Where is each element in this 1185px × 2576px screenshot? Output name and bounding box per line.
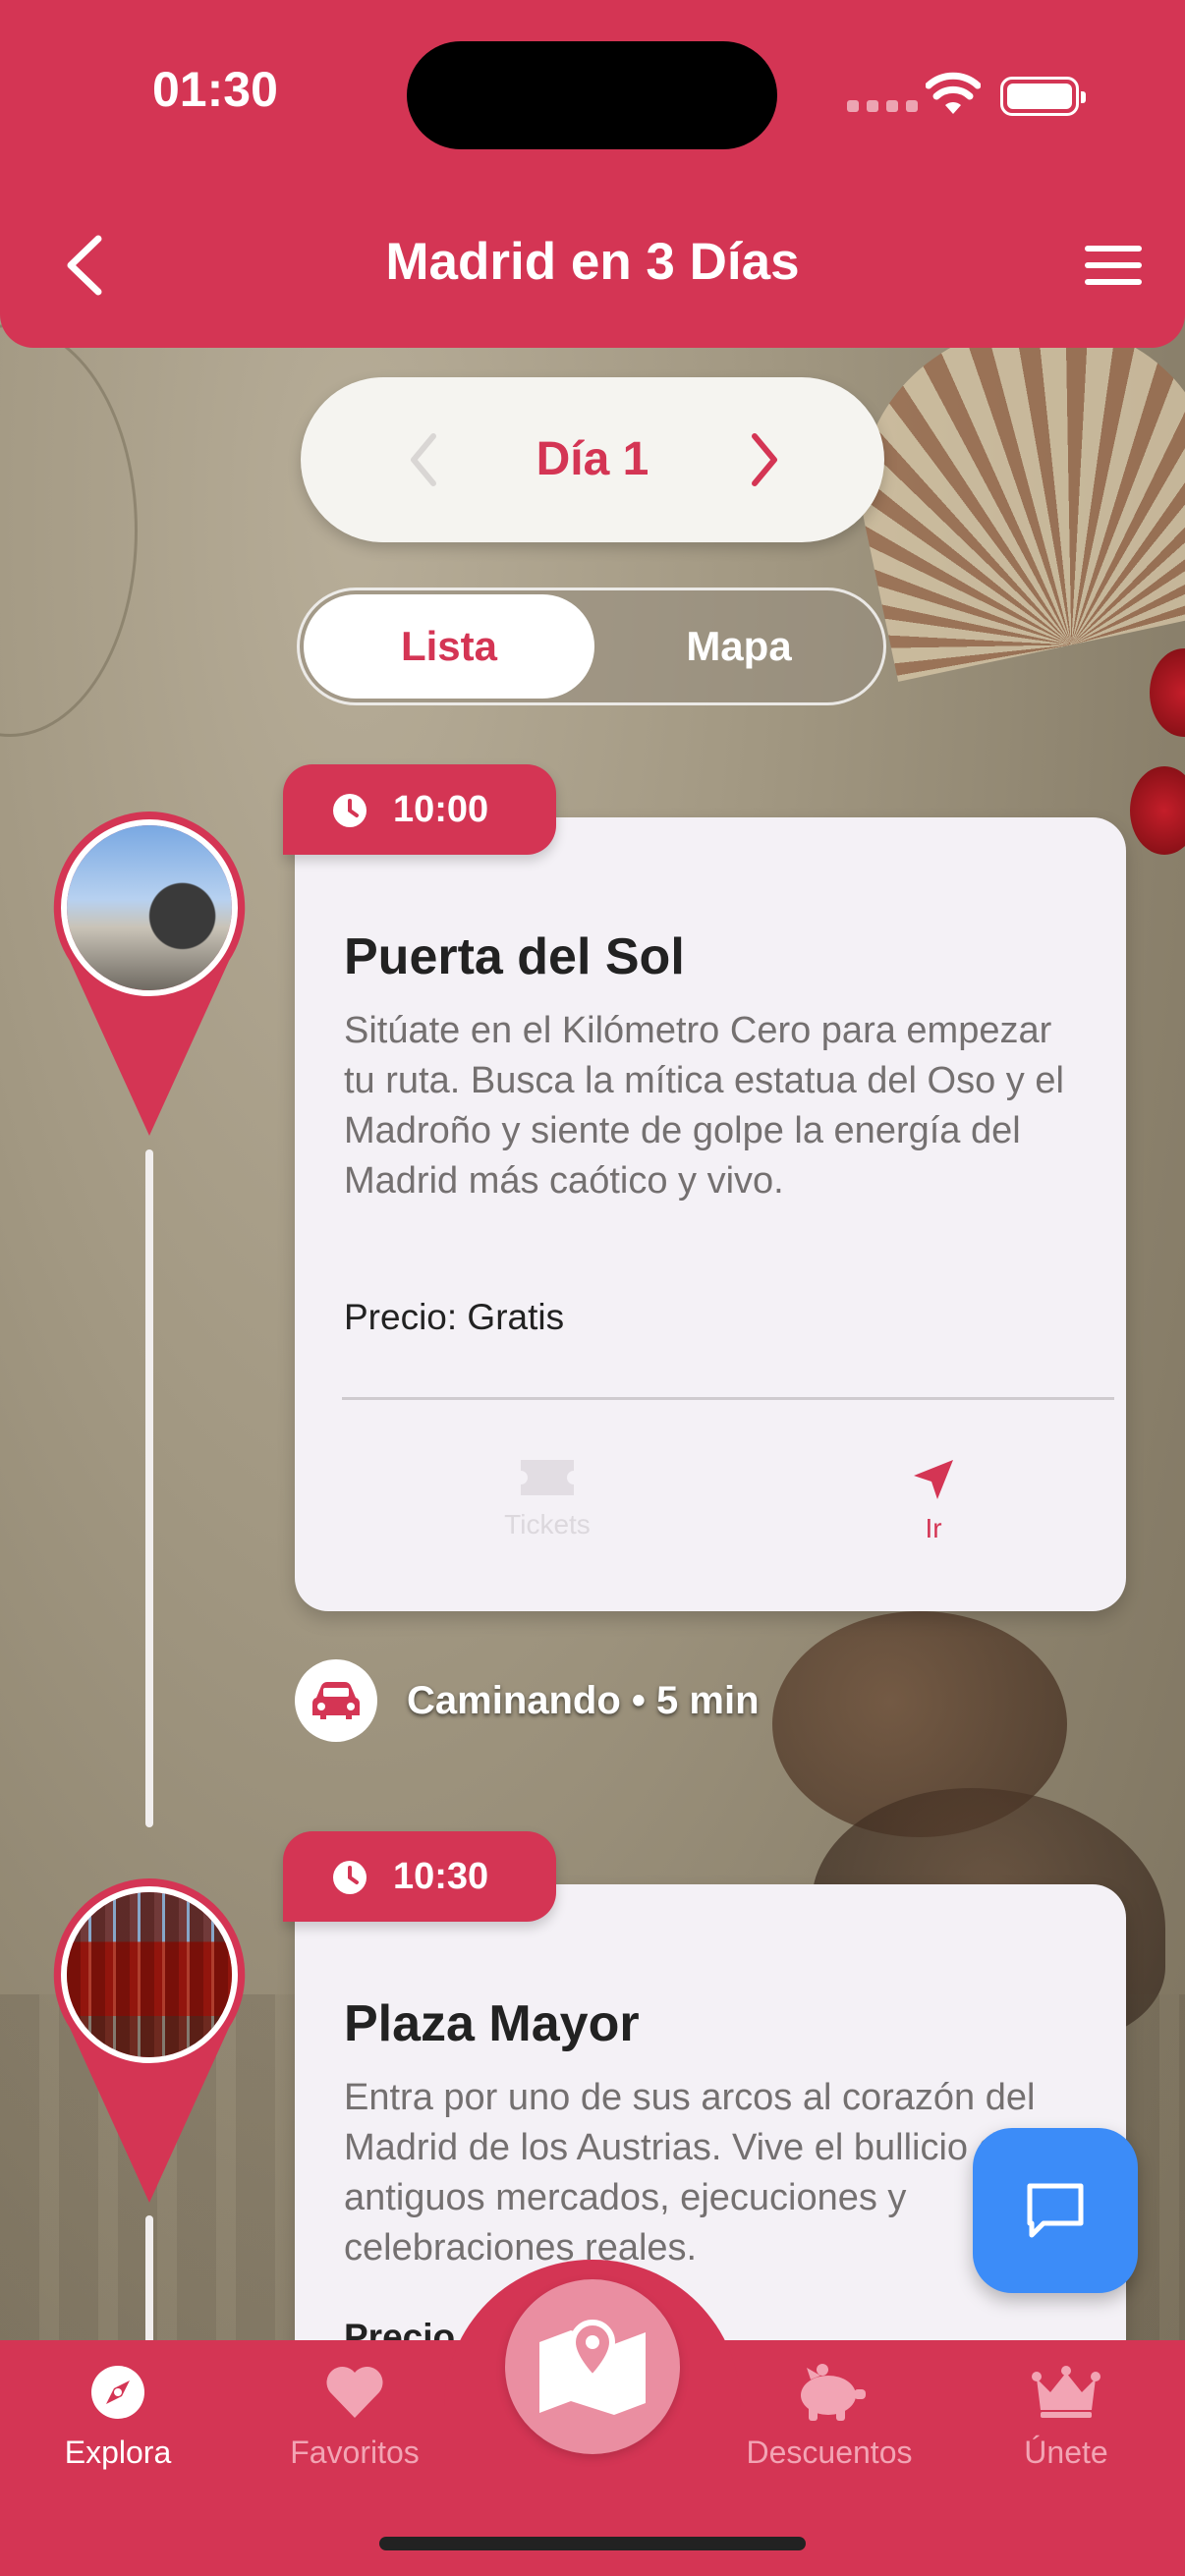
timeline-connector xyxy=(145,2215,153,2353)
card-divider xyxy=(342,1397,1114,1400)
ticket-icon xyxy=(521,1460,574,1495)
tab-mapa[interactable]: Mapa xyxy=(594,594,883,699)
stop-price: Precio: Gratis xyxy=(344,1297,565,1337)
nav-unete[interactable]: Únete xyxy=(968,2358,1164,2471)
map-pin-stop-2[interactable] xyxy=(47,1873,252,2207)
view-toggle: Lista Mapa xyxy=(297,588,886,705)
transport-text: Caminando • 5 min xyxy=(407,1678,760,1722)
map-pin-stop-1[interactable] xyxy=(47,806,252,1140)
flower-illustration xyxy=(1130,766,1185,855)
nav-descuentos[interactable]: Descuentos xyxy=(731,2358,928,2471)
next-day-button[interactable] xyxy=(745,428,784,491)
stop-card-1[interactable]: Puerta del Sol Sitúate en el Kilómetro C… xyxy=(295,817,1126,1611)
chat-button[interactable] xyxy=(973,2128,1138,2293)
nav-favoritos[interactable]: Favoritos xyxy=(256,2358,453,2471)
day-selector: Día 1 xyxy=(301,377,884,542)
nav-label: Únete xyxy=(1024,2435,1108,2470)
home-indicator xyxy=(379,2537,806,2550)
navigation-arrow-icon xyxy=(914,1460,953,1499)
day-label: Día 1 xyxy=(536,433,649,485)
wifi-icon xyxy=(926,72,981,114)
time-badge-stop-2: 10:30 xyxy=(283,1831,556,1922)
stop-time: 10:00 xyxy=(393,789,489,830)
clock-icon xyxy=(333,1861,367,1894)
puerta-del-sol-photo xyxy=(61,819,238,996)
flower-illustration xyxy=(1150,648,1185,737)
chat-bubble-icon xyxy=(1027,2183,1084,2238)
status-time: 01:30 xyxy=(152,62,278,117)
stop-time: 10:30 xyxy=(393,1856,489,1897)
nav-label: Favoritos xyxy=(290,2435,420,2470)
battery-icon xyxy=(1000,77,1086,116)
hamburger-icon xyxy=(1085,246,1142,252)
nav-explora[interactable]: Explora xyxy=(20,2358,216,2471)
plaza-mayor-photo xyxy=(61,1886,238,2063)
time-badge-stop-1: 10:00 xyxy=(283,764,556,855)
tab-lista[interactable]: Lista xyxy=(304,594,594,699)
tickets-button[interactable]: Tickets xyxy=(449,1456,646,1540)
stop-title: Puerta del Sol xyxy=(344,928,685,985)
piggy-bank-icon xyxy=(801,2364,866,2421)
go-button[interactable]: Ir xyxy=(835,1456,1032,1544)
menu-button[interactable] xyxy=(1085,246,1142,289)
nav-label: Explora xyxy=(64,2435,172,2470)
stop-description: Sitúate en el Kilómetro Cero para empeza… xyxy=(344,1010,1064,1202)
heart-icon xyxy=(326,2366,383,2418)
dynamic-island xyxy=(407,41,777,149)
timeline-connector xyxy=(145,1149,153,1827)
map-pin-icon xyxy=(539,2319,646,2415)
page-title: Madrid en 3 Días xyxy=(385,233,800,291)
car-icon xyxy=(295,1659,377,1742)
signal-icon xyxy=(847,100,918,112)
compass-icon xyxy=(91,2366,144,2419)
map-nav-button[interactable] xyxy=(505,2279,680,2454)
decorative-arc xyxy=(0,324,138,737)
nav-label: Descuentos xyxy=(746,2435,913,2470)
tickets-label: Tickets xyxy=(504,1509,591,1540)
crown-icon xyxy=(1032,2366,1100,2418)
go-label: Ir xyxy=(925,1513,942,1543)
transport-info: Caminando • 5 min xyxy=(295,1658,760,1743)
app-header: 01:30 Madrid en 3 Días xyxy=(0,0,1185,348)
clock-icon xyxy=(333,794,367,827)
stop-title: Plaza Mayor xyxy=(344,1995,640,2052)
